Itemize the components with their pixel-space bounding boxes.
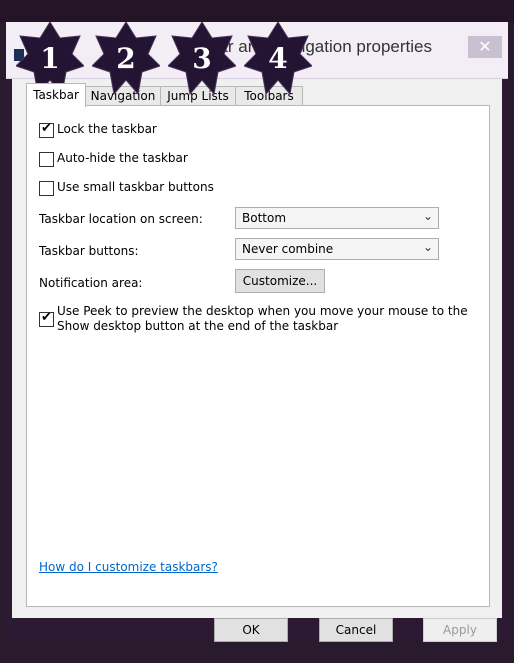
desktop-top-band: [0, 0, 514, 22]
badge-star-4: 4: [244, 22, 312, 98]
taskbar-tab-panel: ✔ Lock the taskbar Auto-hide the taskbar…: [26, 105, 490, 607]
taskbar-buttons-label: Taskbar buttons:: [39, 244, 139, 258]
peek-checkbox[interactable]: ✔: [39, 310, 54, 327]
badge-star-3: 3: [168, 22, 236, 98]
dialog-footer: OK Cancel Apply: [12, 618, 502, 663]
auto-hide-label: Auto-hide the taskbar: [57, 151, 188, 165]
small-buttons-label: Use small taskbar buttons: [57, 180, 214, 194]
properties-window: Taskbar and Navigation properties ✕ Task…: [6, 22, 508, 642]
help-link[interactable]: How do I customize taskbars?: [39, 560, 218, 574]
cancel-button[interactable]: Cancel: [319, 618, 393, 642]
auto-hide-checkbox[interactable]: [39, 152, 54, 167]
badge-number: 4: [268, 42, 288, 75]
chevron-down-icon: ⌄: [422, 209, 433, 223]
dialog-client-area: Taskbar Navigation Jump Lists Toolbars ✔…: [12, 79, 502, 642]
checkmark-icon: ✔: [41, 310, 52, 325]
lock-taskbar-label: Lock the taskbar: [57, 122, 157, 136]
checkmark-icon: ✔: [41, 121, 52, 136]
badge-number: 3: [192, 42, 212, 75]
notification-area-label: Notification area:: [39, 276, 143, 290]
peek-label-line2: Show desktop button at the end of the ta…: [57, 319, 339, 333]
location-dropdown[interactable]: Bottom ⌄: [235, 207, 439, 229]
taskbar-buttons-dropdown[interactable]: Never combine ⌄: [235, 238, 439, 260]
close-button[interactable]: ✕: [468, 36, 502, 58]
apply-button[interactable]: Apply: [423, 618, 497, 642]
location-label: Taskbar location on screen:: [39, 212, 203, 226]
tab-taskbar[interactable]: Taskbar: [26, 83, 86, 107]
location-value: Bottom: [242, 211, 287, 225]
customize-button[interactable]: Customize...: [235, 269, 325, 293]
peek-label-line1: Use Peek to preview the desktop when you…: [57, 304, 468, 318]
lock-taskbar-checkbox[interactable]: ✔: [39, 121, 54, 138]
taskbar-buttons-value: Never combine: [242, 242, 334, 256]
badge-number: 2: [116, 42, 136, 75]
small-buttons-checkbox[interactable]: [39, 181, 54, 196]
chevron-down-icon: ⌄: [422, 240, 433, 254]
ok-button[interactable]: OK: [214, 618, 288, 642]
badge-number: 1: [40, 42, 60, 75]
badge-star-2: 2: [92, 22, 160, 98]
